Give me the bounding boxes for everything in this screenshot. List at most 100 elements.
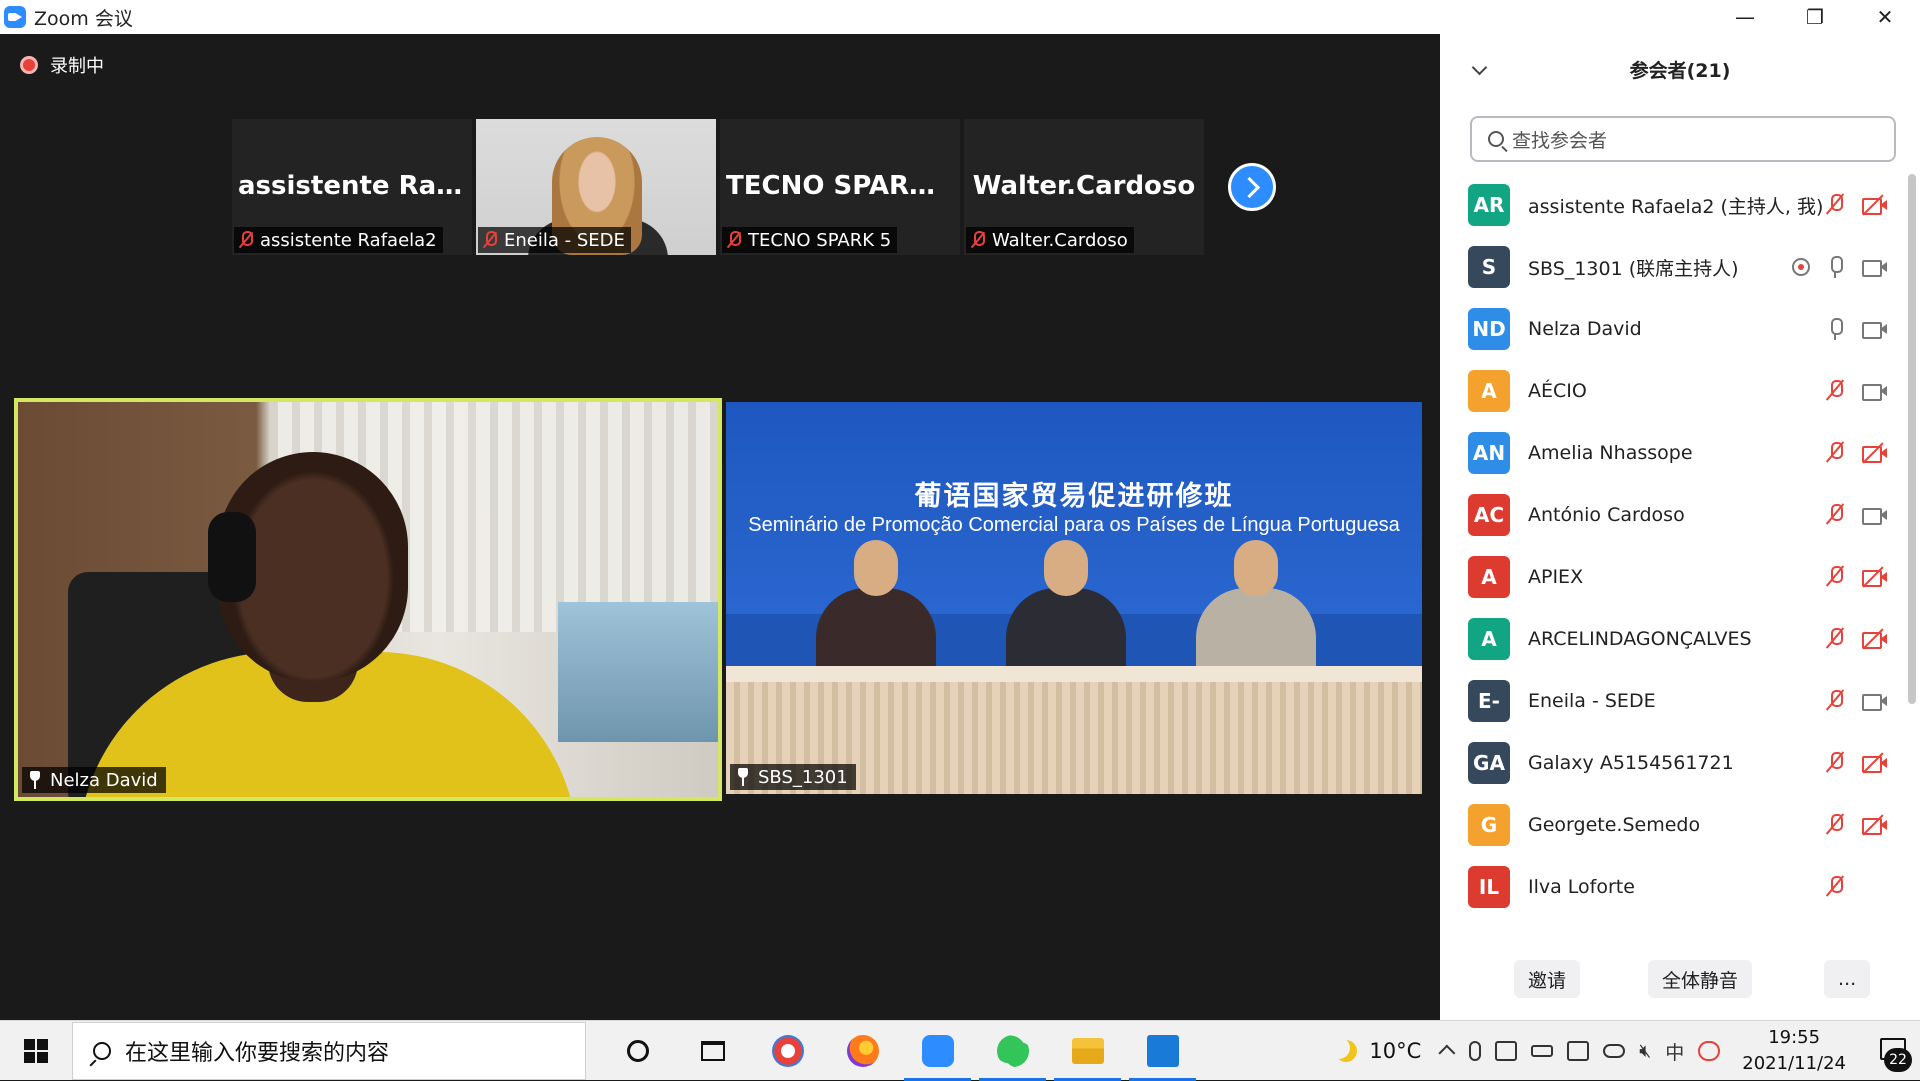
wechat-icon xyxy=(996,1034,1029,1067)
snipping-tool-icon xyxy=(771,1034,804,1067)
window-title: Zoom 会议 xyxy=(34,7,133,30)
taskbar-app-media[interactable] xyxy=(1125,1021,1200,1081)
participant-row[interactable]: A APIEX xyxy=(1440,546,1910,608)
participant-status-icons xyxy=(1824,298,1888,360)
ime-indicator[interactable]: 中 xyxy=(1665,1038,1684,1065)
video-camera-icon[interactable] xyxy=(1860,256,1888,278)
participant-row[interactable]: AN Amelia Nhassope xyxy=(1440,422,1910,484)
participant-row[interactable]: S SBS_1301 (联席主持人) xyxy=(1440,236,1910,298)
participant-search-input[interactable]: 查找参会者 xyxy=(1470,116,1896,162)
chevron-up-icon[interactable] xyxy=(1438,1044,1456,1062)
clock-time: 19:55 xyxy=(1768,1027,1821,1048)
close-button[interactable]: ✕ xyxy=(1850,0,1920,34)
participant-row[interactable]: IL Ilva Loforte xyxy=(1440,856,1910,918)
mic-muted-icon[interactable] xyxy=(1824,502,1846,528)
tile-label: Nelza David xyxy=(22,767,166,793)
participant-name: Eneila - SEDE xyxy=(1528,690,1656,712)
participant-row[interactable]: AC António Cardoso xyxy=(1440,484,1910,546)
participant-name: SBS_1301 (联席主持人) xyxy=(1528,257,1739,280)
participant-row[interactable]: A AÉCIO xyxy=(1440,360,1910,422)
video-camera-icon[interactable] xyxy=(1860,318,1888,340)
task-view-icon xyxy=(700,1040,725,1061)
battery-icon[interactable] xyxy=(1531,1045,1554,1057)
mic-muted-icon[interactable] xyxy=(1824,750,1846,776)
video-off-icon[interactable] xyxy=(1860,566,1888,588)
recording-indicator[interactable]: 录制中 xyxy=(20,52,104,78)
thumbnail-display-name: Walter.Cardoso xyxy=(972,171,1196,201)
moon-icon xyxy=(1335,1040,1357,1062)
video-camera-icon[interactable] xyxy=(1860,380,1888,402)
avatar: ND xyxy=(1468,308,1510,350)
participant-name: assistente Rafaela2 (主持人, 我) xyxy=(1528,195,1824,218)
thumbnail-tile[interactable]: Walter.Cardoso Walter.Cardoso xyxy=(964,119,1204,255)
mic-muted-icon[interactable] xyxy=(1824,192,1846,218)
notification-button[interactable]: 22 xyxy=(1876,1034,1912,1072)
task-view-button[interactable] xyxy=(675,1021,750,1081)
weather-widget[interactable]: 10°C xyxy=(1335,1039,1421,1063)
taskbar-app-firefox[interactable] xyxy=(825,1021,900,1081)
thumbnail-tile[interactable]: TECNO SPARK 5 TECNO SPARK 5 xyxy=(720,119,960,255)
mic-muted-icon[interactable] xyxy=(1824,874,1846,900)
participant-row[interactable]: A ARCELINDAGONÇALVES xyxy=(1440,608,1910,670)
taskbar-app-wechat[interactable] xyxy=(975,1021,1050,1081)
next-page-button[interactable] xyxy=(1228,163,1276,211)
mic-muted-icon xyxy=(238,231,254,249)
video-camera-icon[interactable] xyxy=(1860,504,1888,526)
avatar: AR xyxy=(1468,184,1510,226)
mic-muted-icon[interactable] xyxy=(1824,440,1846,466)
sogou-input-icon[interactable] xyxy=(1698,1041,1721,1061)
participant-row[interactable]: ND Nelza David xyxy=(1440,298,1910,360)
cloud-icon[interactable] xyxy=(1603,1044,1626,1058)
network-icon[interactable] xyxy=(1567,1041,1590,1061)
participant-row[interactable]: GA Galaxy A5154561721 xyxy=(1440,732,1910,794)
video-camera-icon[interactable] xyxy=(1860,690,1888,712)
search-placeholder: 查找参会者 xyxy=(1512,129,1608,152)
video-off-icon[interactable] xyxy=(1860,628,1888,650)
participant-row[interactable]: AR assistente Rafaela2 (主持人, 我) xyxy=(1440,174,1910,236)
taskbar: 在这里输入你要搜索的内容 10°C 🔇︎ 中 19:55 2021/11/24 … xyxy=(0,1020,1920,1081)
thumbnail-tile[interactable]: assistente Rafae... assistente Rafaela2 xyxy=(232,119,472,255)
avatar: IL xyxy=(1468,866,1510,908)
more-button[interactable]: ... xyxy=(1824,960,1871,998)
minimize-button[interactable]: — xyxy=(1710,0,1780,34)
taskbar-app-snipping[interactable] xyxy=(750,1021,825,1081)
clock[interactable]: 19:55 2021/11/24 xyxy=(1742,1025,1846,1077)
mic-muted-icon[interactable] xyxy=(1824,378,1846,404)
mic-muted-icon[interactable] xyxy=(1824,812,1846,838)
thumbnail-display-name: assistente Rafae... xyxy=(238,171,466,201)
video-tile[interactable]: 葡语国家贸易促进研修班 Seminário de Promoção Comerc… xyxy=(726,402,1422,794)
mute-all-button[interactable]: 全体静音 xyxy=(1648,960,1753,998)
video-off-icon[interactable] xyxy=(1860,752,1888,774)
volume-muted-icon[interactable]: 🔇︎ xyxy=(1639,1040,1651,1062)
video-off-icon[interactable] xyxy=(1860,442,1888,464)
mic-muted-icon[interactable] xyxy=(1824,626,1846,652)
avatar: AN xyxy=(1468,432,1510,474)
taskbar-search-input[interactable]: 在这里输入你要搜索的内容 xyxy=(72,1021,586,1080)
participant-row[interactable]: G Georgete.Semedo xyxy=(1440,794,1910,856)
mic-muted-icon[interactable] xyxy=(1824,564,1846,590)
taskbar-app-explorer[interactable] xyxy=(1050,1021,1125,1081)
taskbar-apps xyxy=(600,1021,1200,1081)
mic-muted-icon xyxy=(726,231,742,249)
video-tile-active-speaker[interactable]: Nelza David xyxy=(14,398,722,801)
cortana-button[interactable] xyxy=(600,1021,675,1081)
remote-icon[interactable] xyxy=(1495,1041,1518,1061)
tile-label: SBS_1301 xyxy=(730,764,856,790)
panel-footer: 邀请 全体静音 ... xyxy=(1440,960,1920,998)
participant-row[interactable]: E- Eneila - SEDE xyxy=(1440,670,1910,732)
mic-muted-icon[interactable] xyxy=(1824,688,1846,714)
scrollbar[interactable] xyxy=(1908,174,1916,704)
microphone-icon[interactable] xyxy=(1824,316,1846,342)
invite-button[interactable]: 邀请 xyxy=(1514,960,1581,998)
microphone-icon[interactable] xyxy=(1469,1041,1482,1061)
meeting-area: 录制中 assistente Rafae... assistente Rafae… xyxy=(0,34,1440,1020)
banner-title-pt: Seminário de Promoção Comercial para os … xyxy=(748,514,1400,536)
thumbnail-tile[interactable]: Eneila - SEDE xyxy=(476,119,716,255)
restore-button[interactable]: ❐ xyxy=(1780,0,1850,34)
video-off-icon[interactable] xyxy=(1860,194,1888,216)
start-button[interactable] xyxy=(0,1021,72,1081)
thumbnail-strip: assistente Rafae... assistente Rafaela2 … xyxy=(232,119,1204,255)
taskbar-app-zoom[interactable] xyxy=(900,1021,975,1081)
video-off-icon[interactable] xyxy=(1860,814,1888,836)
microphone-icon[interactable] xyxy=(1824,254,1846,280)
